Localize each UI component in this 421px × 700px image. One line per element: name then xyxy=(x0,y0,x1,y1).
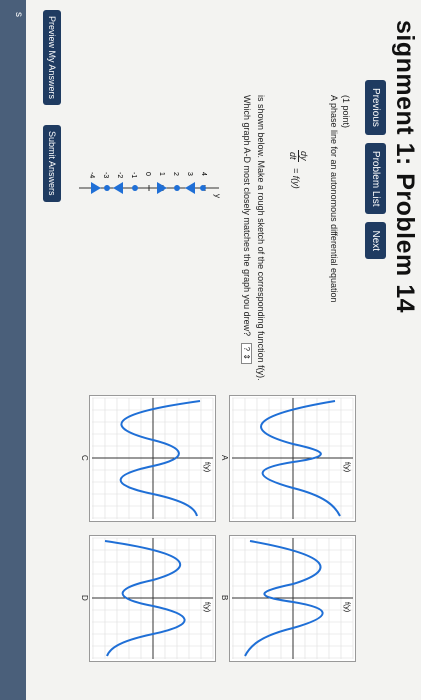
answer-select[interactable]: ? ⇕ xyxy=(241,342,252,365)
down-arrow xyxy=(113,182,123,194)
phase-axis-label: y xyxy=(213,194,222,198)
graph-c-caption: C xyxy=(80,455,89,461)
graph-d-caption: D xyxy=(80,595,89,601)
graph-axis-label: f(y) xyxy=(343,462,350,472)
phase-tick-label: -3 xyxy=(102,172,109,178)
graph-a-caption: A xyxy=(220,455,229,461)
graph-a: f(y) xyxy=(229,395,356,522)
instructions-text: is shown below. Make a rough sketch of t… xyxy=(256,95,266,381)
previous-button[interactable]: Previous xyxy=(365,80,386,135)
graph-axis-label: f(y) xyxy=(203,462,210,472)
up-arrow xyxy=(91,182,101,194)
graph-c: f(y) xyxy=(89,395,216,522)
up-arrow xyxy=(157,182,167,194)
problem-intro: A phase line for an autonomous different… xyxy=(329,95,339,303)
graph-b: f(y) xyxy=(229,535,356,662)
preview-answers-button[interactable]: Preview My Answers xyxy=(43,10,61,106)
page-title: signment 1: Problem 14 xyxy=(391,20,419,314)
phase-tick-label: 3 xyxy=(186,172,193,176)
strip-mark: s xyxy=(13,12,24,17)
phase-tick-label: 2 xyxy=(172,172,179,176)
problem-list-button[interactable]: Problem List xyxy=(365,142,386,215)
equilibrium-dot xyxy=(174,185,180,191)
question-label: Which graph A-D most closely matches the… xyxy=(242,95,252,337)
graph-axis-label: f(y) xyxy=(203,602,210,612)
phase-tick-label: -1 xyxy=(130,172,137,178)
equilibrium-dot xyxy=(200,185,206,191)
graph-d: f(y) xyxy=(89,535,216,662)
graph-b-caption: B xyxy=(220,595,229,601)
answer-selected-value: ? xyxy=(242,346,251,352)
bottom-strip: s xyxy=(0,0,26,700)
phase-line: y 4 3 2 1 0 -1 -2 -3 -4 xyxy=(79,172,222,198)
phase-tick-label: -4 xyxy=(88,172,95,178)
phase-tick-label: 1 xyxy=(158,172,165,176)
screenshot-stage: signment 1: Problem 14 Previous Problem … xyxy=(0,0,421,700)
problem-nav: Previous Problem List Next xyxy=(365,80,386,260)
phase-tick-label: 4 xyxy=(200,172,207,176)
equilibrium-dot xyxy=(104,185,110,191)
graph-axis-label: f(y) xyxy=(343,602,350,612)
question-text: Which graph A-D most closely matches the… xyxy=(241,95,252,365)
submit-answers-button[interactable]: Submit Answers xyxy=(43,125,61,202)
phase-tick-label: -2 xyxy=(116,172,123,178)
equation-denominator: dt xyxy=(288,152,298,160)
equation-rhs: = f(y) xyxy=(291,168,301,189)
next-button[interactable]: Next xyxy=(365,222,386,260)
problem-page: signment 1: Problem 14 Previous Problem … xyxy=(0,0,421,700)
points-label: (1 point) xyxy=(341,95,351,129)
equation-numerator: dy xyxy=(298,150,309,162)
phase-tick-label: 0 xyxy=(144,172,151,176)
down-arrow xyxy=(185,182,195,194)
differential-equation: dy dt xyxy=(288,150,309,162)
equilibrium-dot xyxy=(132,185,138,191)
